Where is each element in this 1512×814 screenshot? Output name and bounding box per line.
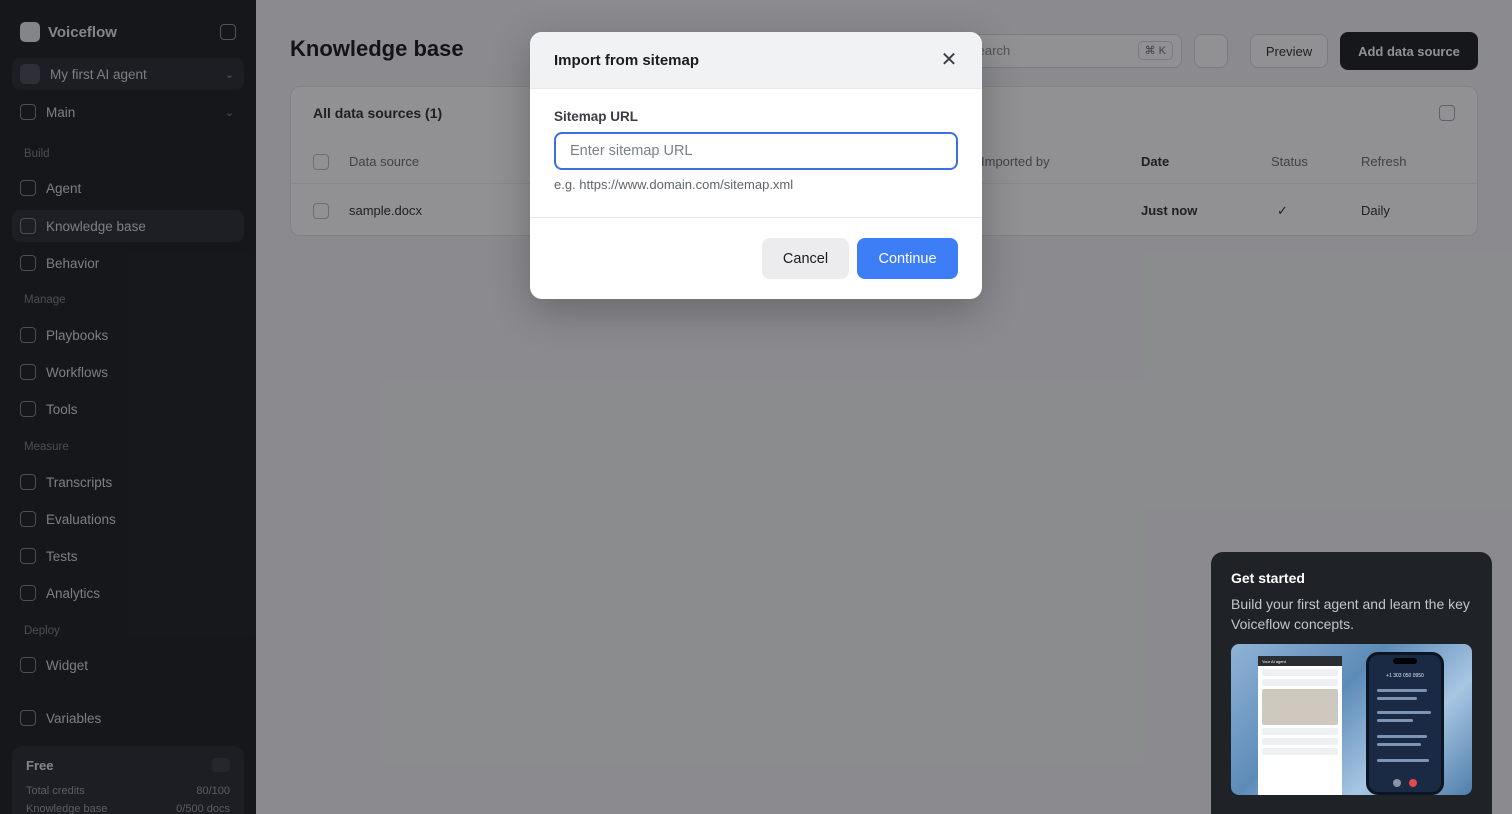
- sitemap-url-label: Sitemap URL: [554, 109, 639, 124]
- chat-preview-bubble: [1262, 728, 1338, 735]
- sitemap-url-input[interactable]: [554, 132, 958, 170]
- continue-button[interactable]: Continue: [857, 238, 958, 279]
- get-started-card[interactable]: Get started Build your first agent and l…: [1211, 552, 1492, 814]
- hang-up-icon: [1409, 779, 1417, 787]
- close-icon[interactable]: ✕: [938, 50, 960, 72]
- transcript-line: [1377, 759, 1429, 762]
- transcript-line: [1377, 697, 1417, 700]
- modal-header: Import from sitemap ✕: [530, 32, 982, 89]
- transcript-line: [1377, 711, 1431, 714]
- chat-preview-bubble: [1262, 738, 1338, 745]
- mute-icon: [1393, 779, 1401, 787]
- modal-body: Sitemap URL e.g. https://www.domain.com/…: [530, 89, 982, 218]
- sofa-image: [1262, 689, 1338, 725]
- get-started-title: Get started: [1231, 570, 1305, 586]
- chat-preview-bubble: [1262, 669, 1338, 676]
- cancel-button[interactable]: Cancel: [762, 238, 849, 279]
- sitemap-url-hint: e.g. https://www.domain.com/sitemap.xml: [554, 177, 794, 192]
- chat-widget-preview: Your AI agent: [1258, 656, 1342, 795]
- transcript-line: [1377, 743, 1421, 746]
- modal-title: Import from sitemap: [554, 51, 700, 69]
- get-started-description: Build your first agent and learn the key…: [1231, 596, 1470, 632]
- get-started-preview-image: Your AI agent +1 303 050 0950: [1231, 644, 1472, 795]
- import-sitemap-modal: Import from sitemap ✕ Sitemap URL e.g. h…: [530, 32, 982, 299]
- chat-preview-bubble: [1262, 679, 1338, 686]
- transcript-line: [1377, 689, 1427, 692]
- phone-call-preview: +1 303 050 0950: [1366, 652, 1444, 795]
- modal-footer: Cancel Continue: [530, 218, 982, 299]
- chat-preview-title: Your AI agent: [1258, 656, 1342, 666]
- phone-notch: [1393, 658, 1417, 664]
- transcript-line: [1377, 735, 1427, 738]
- transcript-line: [1377, 719, 1413, 722]
- phone-number: +1 303 050 0950: [1386, 673, 1424, 679]
- chat-preview-bubble: [1262, 748, 1338, 755]
